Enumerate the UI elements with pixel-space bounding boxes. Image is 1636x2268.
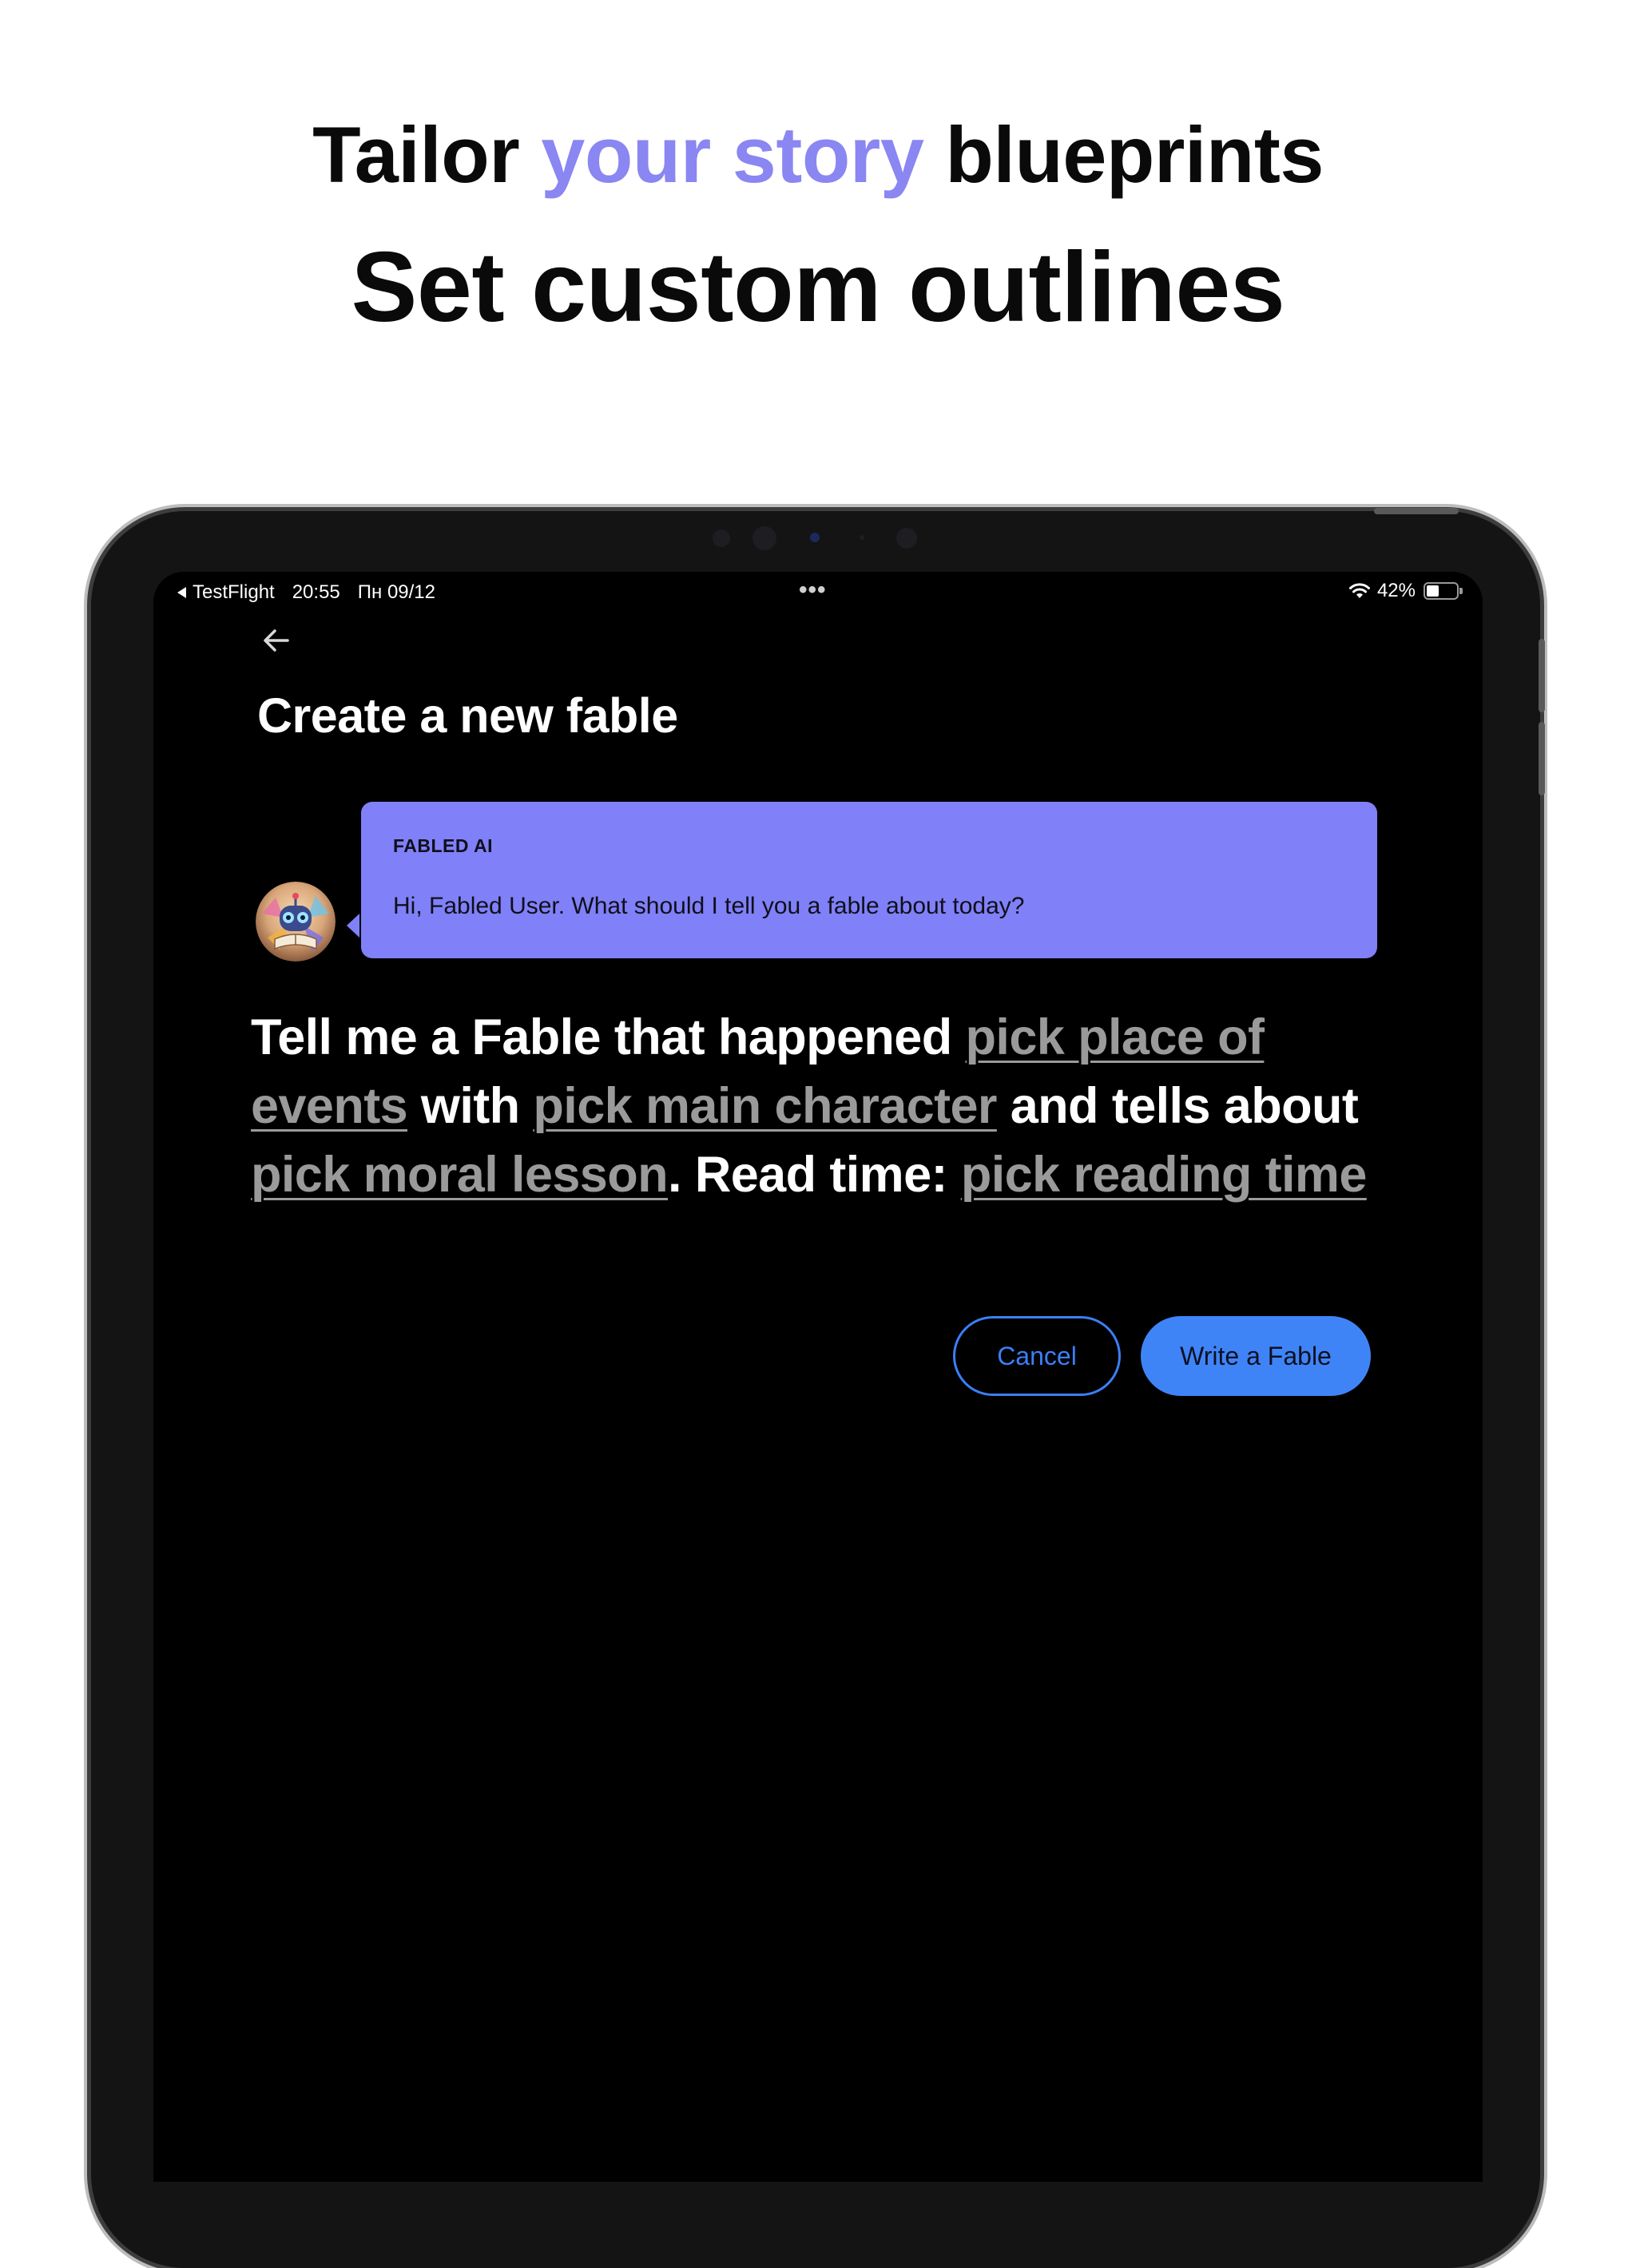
app-screen: TestFlight 20:55 Пн 09/12 ••• 42% Create… bbox=[153, 572, 1483, 2182]
status-bar: TestFlight 20:55 Пн 09/12 ••• 42% bbox=[153, 572, 1483, 612]
status-right: 42% bbox=[1348, 580, 1463, 602]
prompt-text-1: Tell me a Fable that happened bbox=[251, 1009, 966, 1065]
cancel-button[interactable]: Cancel bbox=[953, 1316, 1121, 1396]
headline-tagline: Tailor your story blueprints bbox=[0, 107, 1636, 203]
write-fable-button[interactable]: Write a Fable bbox=[1141, 1316, 1371, 1396]
robot-avatar bbox=[256, 882, 336, 962]
chat-bubble: FABLED AI Hi, Fabled User. What should I… bbox=[361, 802, 1377, 958]
battery-icon bbox=[1424, 582, 1463, 600]
headline-title: Set custom outlines bbox=[351, 232, 1285, 343]
pick-moral-link[interactable]: pick moral lesson bbox=[251, 1147, 669, 1203]
status-left[interactable]: TestFlight 20:55 Пн 09/12 bbox=[177, 581, 435, 604]
headline-post: blueprints bbox=[923, 110, 1324, 199]
battery-percent: 42% bbox=[1376, 580, 1416, 601]
pick-character-link[interactable]: pick main character bbox=[533, 1078, 997, 1134]
arrow-left-icon bbox=[264, 629, 289, 652]
chat-bubble-tail bbox=[347, 914, 359, 938]
wifi-icon bbox=[1348, 583, 1370, 598]
multitasking-dots[interactable]: ••• bbox=[799, 577, 827, 604]
prompt-text-4: . Read time: bbox=[668, 1147, 961, 1203]
back-button[interactable] bbox=[252, 617, 300, 664]
sender-name: FABLED AI bbox=[393, 835, 494, 856]
prompt-text-3: and tells about bbox=[996, 1078, 1359, 1134]
camera-cluster bbox=[695, 523, 943, 555]
volume-up-button bbox=[1539, 639, 1545, 712]
headline-pre: Tailor bbox=[312, 110, 542, 199]
status-app-name: TestFlight bbox=[193, 581, 275, 603]
status-time: 20:55 bbox=[292, 581, 340, 603]
pick-reading-time-link[interactable]: pick reading time bbox=[961, 1147, 1368, 1203]
prompt-text-2: with bbox=[407, 1078, 534, 1134]
status-date: Пн 09/12 bbox=[357, 581, 435, 603]
back-to-app-icon bbox=[177, 587, 186, 598]
page-title: Create a new fable bbox=[257, 688, 678, 743]
top-button bbox=[1374, 508, 1459, 514]
chat-message: Hi, Fabled User. What should I tell you … bbox=[393, 893, 1025, 919]
fable-prompt: Tell me a Fable that happened pick place… bbox=[251, 1003, 1401, 1209]
headline-accent: your story bbox=[541, 110, 924, 199]
volume-down-button bbox=[1539, 722, 1545, 795]
